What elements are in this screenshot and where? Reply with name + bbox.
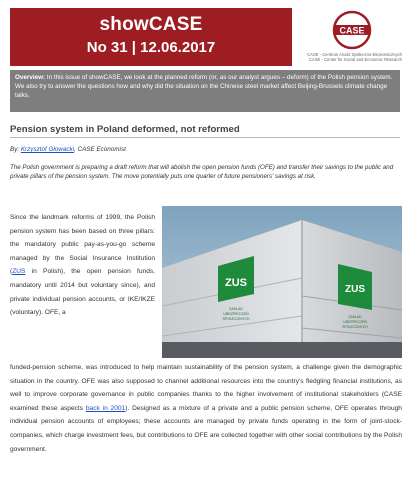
article-paragraph-1: Since the landmark reforms of 1999, the … (10, 211, 155, 320)
article-paragraph-2: funded-pension scheme, was introduced to… (10, 361, 402, 456)
building-image: ZUS ZAKŁAD UBEZPIECZEŃ SPOŁECZNYCH ZUS Z… (162, 206, 402, 358)
case-logo: CASE CASE - Centrum Analiz Społeczno-Eko… (302, 10, 402, 66)
logo-caption: CASE - Centrum Analiz Społeczno-Ekonomic… (302, 52, 402, 62)
newsletter-page: showCASE No 31 | 12.06.2017 CASE CASE - … (0, 0, 410, 496)
paragraph-1-text-a: Since the landmark reforms of 1999, the … (10, 214, 155, 276)
logo-caption-line2: CASE - Center for Social and Economic Re… (308, 57, 402, 62)
paragraph-1-text-b: in Polish), the open pension funds, mand… (10, 268, 155, 317)
header: showCASE No 31 | 12.06.2017 CASE CASE - … (10, 8, 402, 68)
title-banner: showCASE No 31 | 12.06.2017 (10, 8, 292, 66)
byline: By: Krzysztof Głowacki, CASE Economist (10, 146, 126, 153)
overview-label: Overview: (15, 74, 46, 81)
author-link[interactable]: Krzysztof Głowacki (21, 146, 74, 153)
zus-sign-left-sub2: UBEZPIECZEŃ (223, 312, 249, 316)
author-role: , CASE Economist (74, 146, 126, 153)
zus-sign-right-sub3: SPOŁECZNYCH (342, 325, 368, 329)
zus-sign-left-sub1: ZAKŁAD (229, 307, 243, 311)
zus-sign-left-sub3: SPOŁECZNYCH (223, 317, 250, 321)
issue-number-date: No 31 | 12.06.2017 (86, 39, 216, 56)
logo-text: CASE (339, 26, 364, 36)
article-title: Pension system in Poland deformed, not r… (10, 124, 400, 138)
case-logo-icon: CASE (332, 10, 372, 50)
back-in-2001-link[interactable]: back in 2001 (86, 405, 125, 412)
zus-sign-right-sub1: ZAKŁAD (348, 315, 362, 319)
zus-link[interactable]: ZUS (12, 268, 25, 275)
article-lead: The Polish government is preparing a dra… (10, 164, 394, 180)
newsletter-title: showCASE (99, 14, 203, 35)
zus-sign-right-sub2: UBEZPIECZEŃ (343, 320, 367, 324)
overview-text: In this issue of showCASE, we look at th… (15, 74, 393, 99)
zus-sign-right-text: ZUS (345, 284, 365, 295)
zus-sign-left-text: ZUS (225, 277, 247, 289)
zus-building-photo: ZUS ZAKŁAD UBEZPIECZEŃ SPOŁECZNYCH ZUS Z… (162, 206, 402, 358)
byline-label: By: (10, 146, 20, 153)
overview-box: Overview: In this issue of showCASE, we … (10, 70, 400, 112)
